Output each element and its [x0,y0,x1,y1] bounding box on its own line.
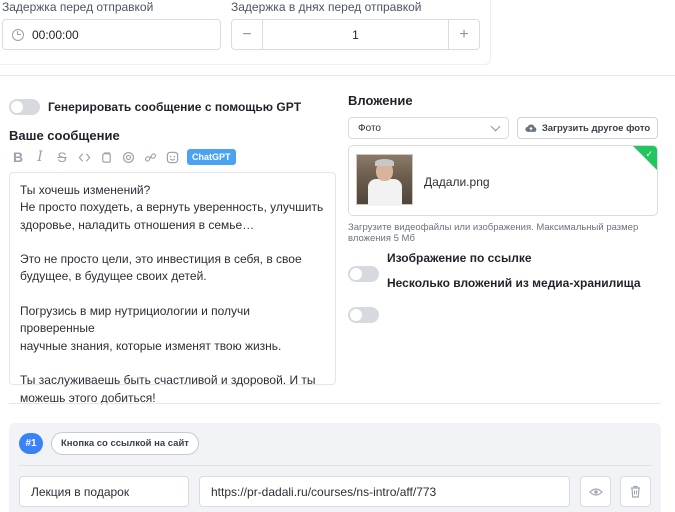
image-url-toggle-label: Изображение по ссылке [387,251,532,265]
attachment-title: Вложение [348,93,413,108]
upload-photo-label: Загрузить другое фото [541,122,651,134]
send-delay-input[interactable]: 00:00:00 [2,19,221,50]
section-divider [0,75,675,76]
panel-divider [19,465,652,466]
attachment-type-select[interactable]: Фото [348,117,509,139]
message-line: Погрузись в мир нутрициологии и получи п… [20,304,250,336]
preview-button[interactable] [580,476,611,507]
button-type-chip[interactable]: Кнопка со ссылкой на сайт [51,432,199,455]
message-line: Ты заслуживаешь быть счастливой и здоров… [20,373,316,388]
copy-icon[interactable] [97,149,115,165]
send-delay-label: Задержка перед отправкой [2,0,154,14]
strikethrough-icon[interactable]: S [53,149,71,165]
editor-toolbar: B I S ChatGPT [9,149,236,165]
media-library-toggle[interactable] [348,307,379,323]
media-library-toggle-label: Несколько вложений из медиа-хранилища [387,276,641,290]
message-line: можешь этого добиться! [20,390,156,405]
bold-icon[interactable]: B [9,149,27,165]
message-line: будущее, в будущее своих детей. [20,269,207,284]
eye-icon [588,487,603,496]
message-line: здоровье, наладить отношения в семье… [20,217,255,232]
message-line: Ты хочешь изменений? [20,183,151,197]
emoji-icon[interactable] [163,149,181,165]
message-line: Не просто похудеть, а вернуть уверенност… [20,200,324,215]
message-title: Ваше сообщение [9,128,120,143]
decrement-button[interactable]: − [232,20,263,49]
increment-button[interactable]: + [448,20,479,49]
button-url-input[interactable]: https://pr-dadali.ru/courses/ns-intro/af… [199,476,570,507]
clock-icon [12,28,24,41]
message-textarea[interactable]: Ты хочешь изменений? Не просто похудеть,… [9,172,336,405]
days-delay-stepper: − 1 + [231,19,480,50]
chevron-down-icon [490,121,501,131]
image-url-toggle[interactable] [348,266,379,282]
delete-button[interactable] [620,476,651,507]
chatgpt-button[interactable]: ChatGPT [187,149,236,165]
code-icon[interactable] [75,149,93,165]
gpt-toggle-label: Генерировать сообщение с помощью GPT [48,100,302,114]
attachment-file-name: Дадали.png [424,175,490,189]
cloud-upload-icon [525,124,537,132]
check-icon: ✓ [645,149,653,159]
button-number-badge: #1 [19,433,43,454]
italic-icon[interactable]: I [31,149,49,165]
message-line: научные знания, которые изменят твою жиз… [20,338,282,353]
days-delay-label: Задержка в днях перед отправкой [231,0,422,14]
mention-icon[interactable] [119,149,137,165]
attachment-type-value: Фото [358,122,381,134]
attachment-thumbnail [356,154,413,206]
button-text-input[interactable]: Лекция в подарок [19,476,189,507]
message-line: Это не просто цели, это инвестиция в себ… [20,252,302,267]
attachment-hint: Загрузите видеофайлы или изображения. Ма… [348,222,639,244]
gpt-toggle[interactable] [9,99,40,115]
send-delay-value: 00:00:00 [32,27,79,42]
trash-icon [631,485,640,498]
link-icon[interactable] [141,149,159,165]
section-divider [9,403,661,404]
days-delay-value[interactable]: 1 [263,28,448,42]
attachment-file-card[interactable]: Дадали.png ✓ [348,145,658,216]
upload-photo-button[interactable]: Загрузить другое фото [517,117,658,139]
